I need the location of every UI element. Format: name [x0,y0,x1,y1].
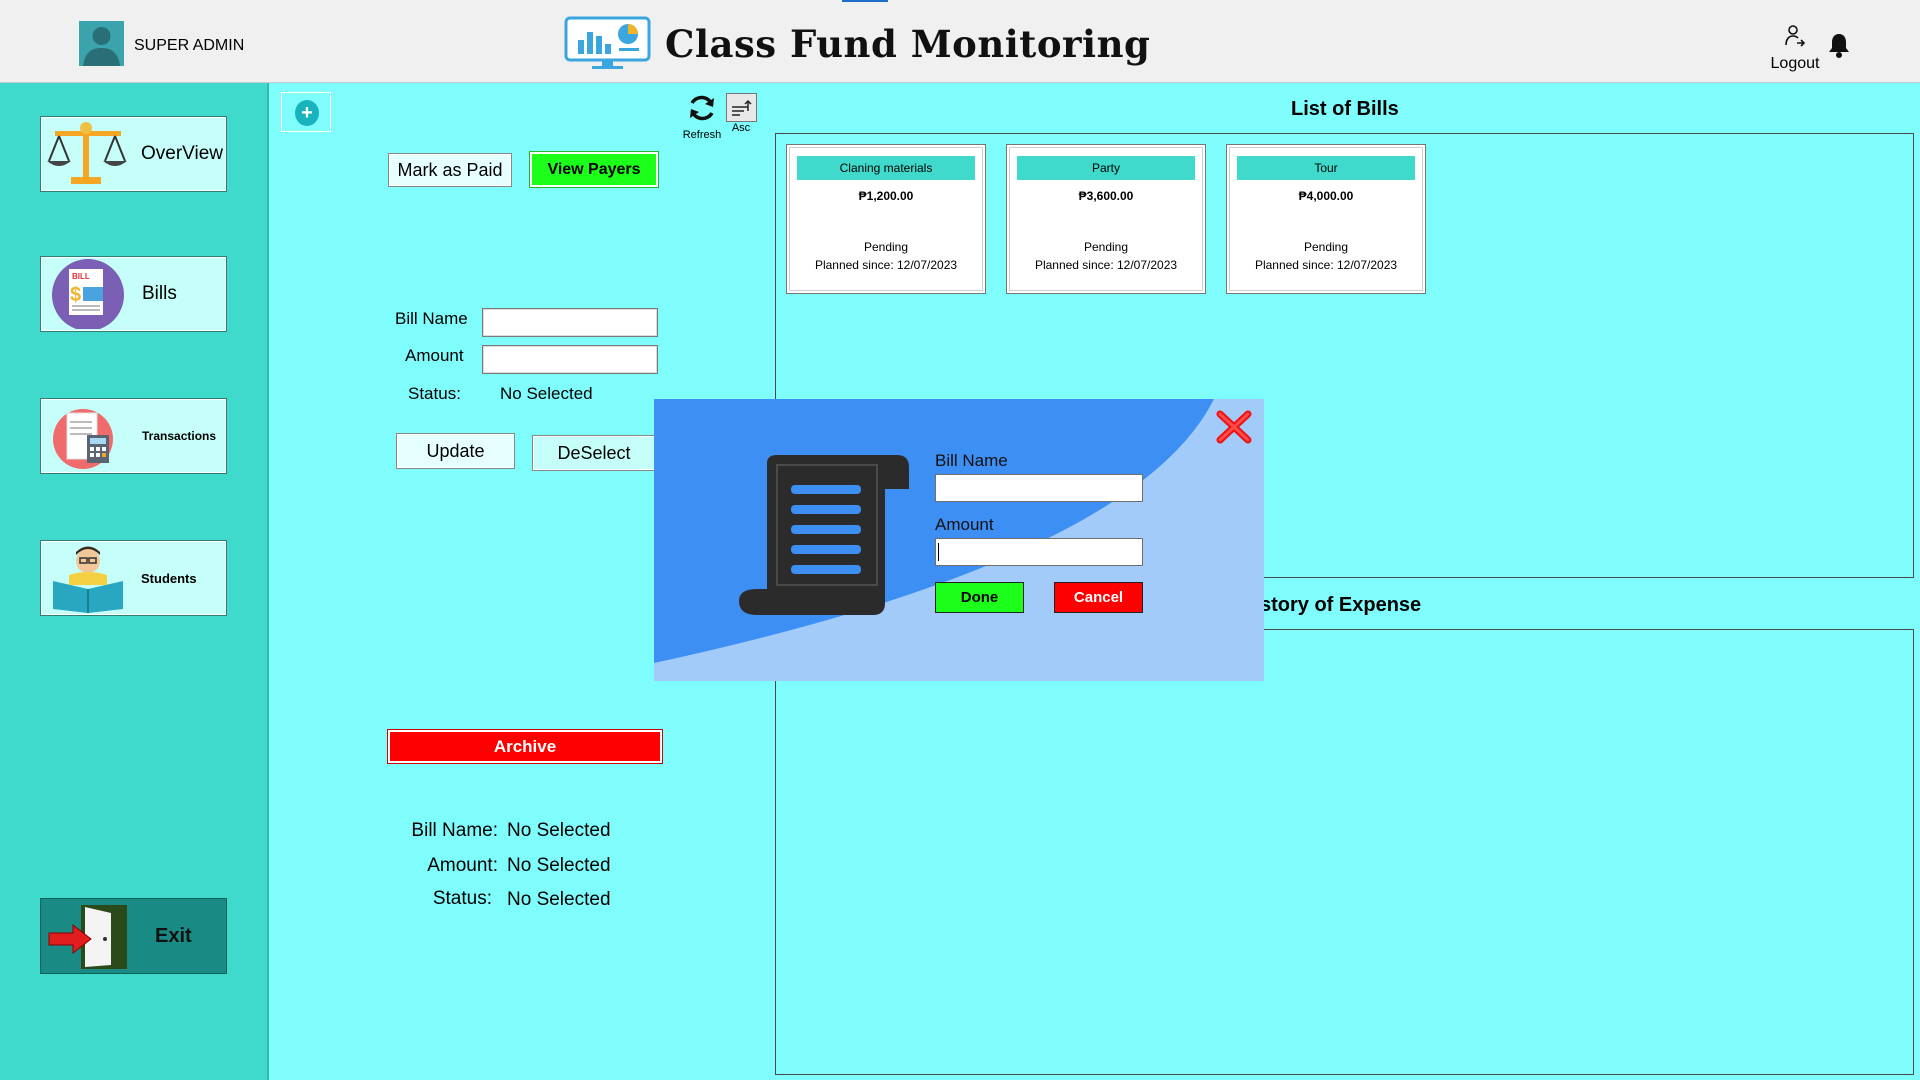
header-bar: SUPER ADMIN Class Fund Monitoring Logout [0,0,1920,83]
sidebar-item-label: OverView [141,143,224,164]
summary-amount-label: Amount: [427,855,498,876]
sidebar-item-label: Students [141,570,197,586]
sidebar-item-label: Transactions [142,429,217,443]
refresh-icon [690,95,714,121]
archive-button[interactable]: Archive [387,729,663,764]
refresh-label: Refresh [682,129,722,141]
sidebar-item-bills[interactable]: BILL $ Bills [40,256,227,332]
bill-card-date: Planned since: 12/07/2023 [1034,258,1178,272]
bill-card-name: Party [1017,156,1195,180]
summary-amount-value: No Selected [507,855,611,876]
dialog-bill-name-label: Bill Name [935,451,1008,470]
bill-card[interactable]: Tour ₱4,000.00 Pending Planned since: 12… [1226,144,1426,294]
scroll-document-icon [737,453,912,618]
done-button[interactable]: Done [935,582,1024,613]
bill-icon: BILL $ [45,259,131,331]
bill-card-status: Pending [1303,240,1349,254]
view-payers-button[interactable]: View Payers [529,151,659,188]
app-title: Class Fund Monitoring [665,22,1151,66]
bill-card-name: Tour [1237,156,1415,180]
expense-history-title: History of Expense [1240,594,1422,616]
header-accent-line [842,0,888,2]
exit-door-icon [45,901,131,971]
summary-bill-name-value: No Selected [507,820,611,841]
sidebar-item-transactions[interactable]: Transactions [40,398,227,474]
add-bill-dialog: Bill Name Amount Done Cancel [654,399,1264,681]
sidebar-item-label: Bills [142,283,177,304]
bill-name-label: Bill Name [395,309,468,328]
bill-card-amount: ₱3,600.00 [1078,189,1134,203]
amount-label: Amount [405,346,464,365]
sidebar-item-students[interactable]: Students [40,540,227,616]
logout-button[interactable]: Logout [1767,24,1823,73]
svg-text:$: $ [70,284,81,306]
dialog-amount-label: Amount [935,515,994,534]
dialog-bill-name-input[interactable] [935,474,1143,502]
bill-card-date: Planned since: 12/07/2023 [814,258,958,272]
bill-card-status: Pending [1083,240,1129,254]
summary-bill-name-label: Bill Name: [411,820,498,841]
bill-card-status: Pending [863,240,909,254]
bill-card-name: Claning materials [797,156,975,180]
bill-card[interactable]: Claning materials ₱1,200.00 Pending Plan… [786,144,986,294]
dialog-amount-input[interactable] [935,538,1143,566]
deselect-button[interactable]: DeSelect [532,435,656,471]
bill-card[interactable]: Party ₱3,600.00 Pending Planned since: 1… [1006,144,1206,294]
expense-history-panel [775,629,1914,1075]
cancel-button[interactable]: Cancel [1054,582,1143,613]
user-avatar-icon [79,21,124,66]
summary-status-label: Status: [432,888,492,909]
student-reading-icon [45,543,131,613]
mark-as-paid-button[interactable]: Mark as Paid [388,153,512,187]
amount-input[interactable] [482,345,658,374]
sidebar-item-overview[interactable]: OverView [40,116,227,192]
bills-list-title: List of Bills [1291,98,1399,120]
add-bill-button[interactable]: + [281,92,331,132]
update-button[interactable]: Update [396,433,515,469]
sort-asc-button[interactable]: Asc [724,93,758,134]
logout-label: Logout [1770,55,1820,72]
summary-status-value: No Selected [507,889,611,910]
status-value: No Selected [500,384,593,403]
bill-name-input[interactable] [482,308,658,337]
bill-card-amount: ₱4,000.00 [1298,189,1354,203]
sort-icon [725,93,757,122]
bill-card-date: Planned since: 12/07/2023 [1254,258,1398,272]
scales-icon [45,119,131,189]
calculator-receipt-icon [45,401,131,471]
close-icon[interactable] [1214,409,1254,445]
plus-icon: + [295,100,319,126]
status-label: Status: [408,384,461,403]
bill-card-amount: ₱1,200.00 [858,189,914,203]
logout-user-icon [1785,25,1806,47]
refresh-button[interactable]: Refresh [681,92,723,141]
exit-button[interactable]: Exit [40,898,227,974]
sort-label: Asc [731,122,751,134]
svg-text:BILL: BILL [72,272,90,281]
exit-label: Exit [155,924,192,947]
user-name: SUPER ADMIN [134,37,245,54]
bell-icon[interactable] [1828,32,1850,63]
monitor-chart-logo-icon [564,16,651,71]
